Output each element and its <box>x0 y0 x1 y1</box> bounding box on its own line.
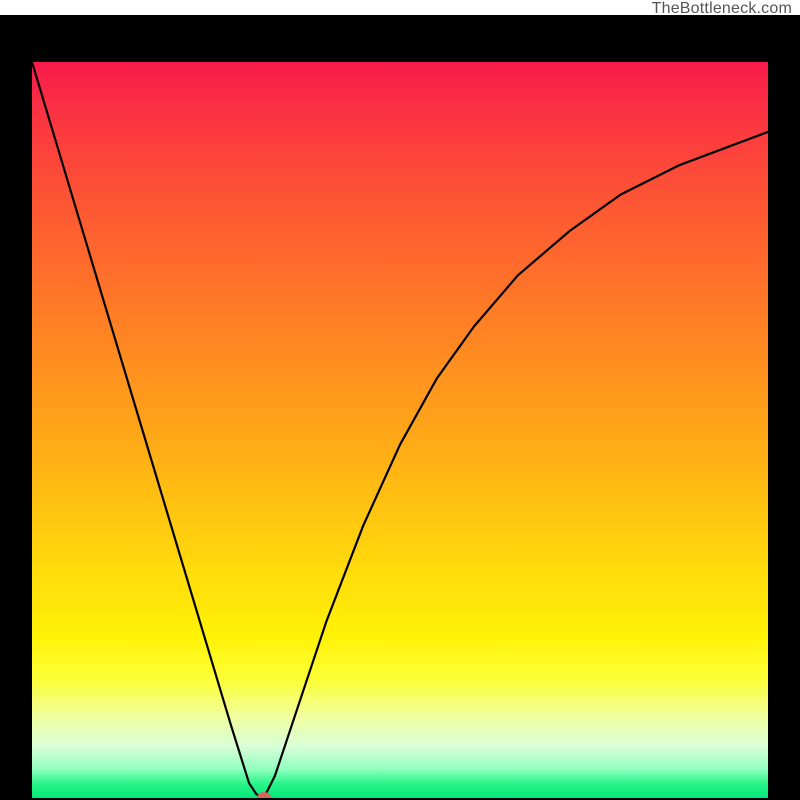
chart-frame <box>0 15 800 800</box>
plot-area <box>32 62 768 798</box>
optimum-marker <box>257 792 271 798</box>
curve-svg <box>32 62 768 798</box>
bottleneck-curve <box>32 62 768 798</box>
